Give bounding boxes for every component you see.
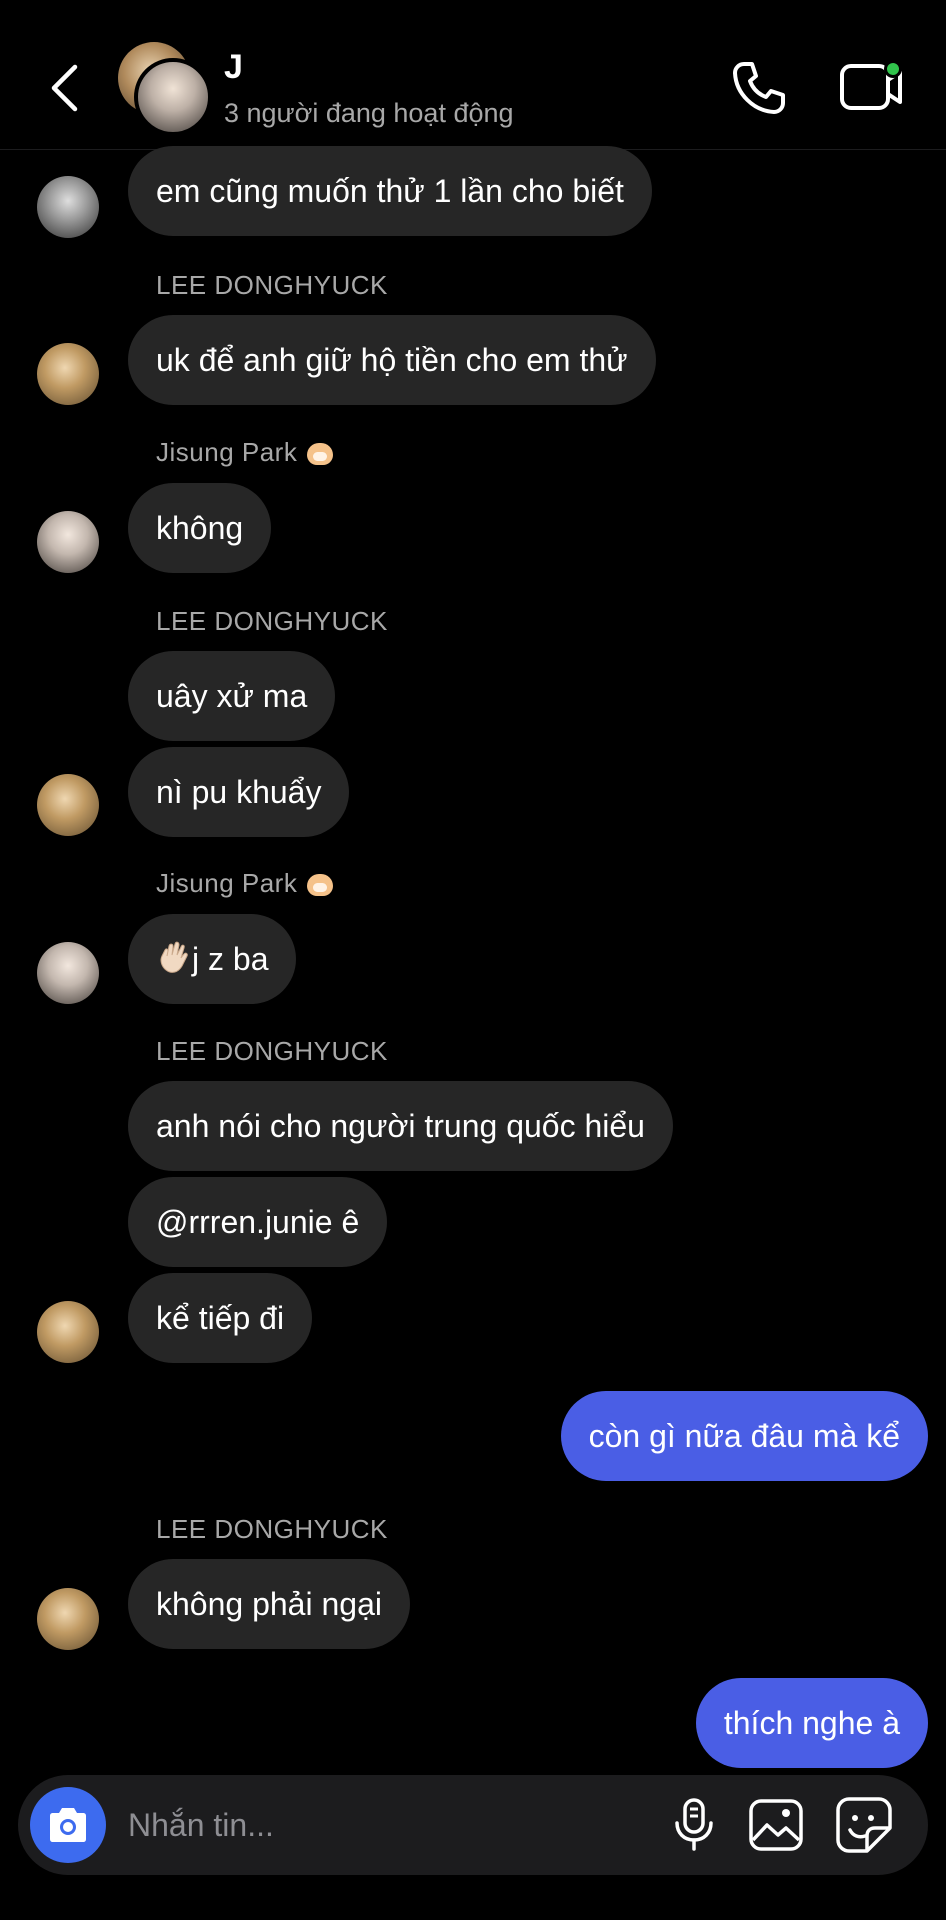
voice-message-button[interactable]	[664, 1795, 724, 1855]
message-input[interactable]	[128, 1800, 528, 1850]
gallery-button[interactable]	[744, 1795, 808, 1855]
camera-icon	[50, 1808, 86, 1842]
message-bubble[interactable]: nì pu khuẩy	[128, 747, 350, 837]
group-avatar[interactable]	[118, 42, 213, 137]
sender-avatar[interactable]	[37, 343, 99, 405]
sender-avatar[interactable]	[37, 176, 99, 238]
microphone-icon	[675, 1798, 713, 1851]
sticker-icon	[836, 1797, 892, 1853]
sender-name: LEE DONGHYUCK	[156, 270, 388, 300]
sender-name-text: Jisung Park	[156, 868, 298, 898]
chat-header: J 3 người đang hoạt động	[0, 0, 946, 150]
message-bubble[interactable]: uây xử ma	[128, 651, 336, 741]
message-bubble[interactable]: em cũng muốn thử 1 lần cho biết	[128, 146, 652, 236]
active-status: 3 người đang hoạt động	[224, 98, 514, 128]
hamster-emoji	[305, 439, 335, 465]
sender-name: Jisung Park	[156, 868, 335, 899]
back-button[interactable]	[40, 58, 88, 118]
sender-name: LEE DONGHYUCK	[156, 1514, 388, 1544]
sender-name: LEE DONGHYUCK	[156, 1036, 388, 1066]
camera-button[interactable]	[30, 1787, 106, 1863]
waving-hand-emoji	[160, 941, 188, 973]
chat-title[interactable]: J	[224, 48, 243, 87]
hamster-emoji	[305, 870, 335, 896]
sender-name-text: Jisung Park	[156, 437, 298, 467]
message-bubble[interactable]: không phải ngại	[128, 1559, 410, 1649]
message-bubble[interactable]: kể tiếp đi	[128, 1273, 313, 1363]
sender-avatar[interactable]	[37, 511, 99, 573]
sender-name: Jisung Park	[156, 437, 335, 468]
video-call-button[interactable]	[838, 56, 904, 116]
message-bubble[interactable]: không	[128, 483, 272, 573]
group-avatar-member-2	[134, 58, 212, 136]
outgoing-message-bubble[interactable]: thích nghe à	[695, 1678, 928, 1768]
back-chevron-icon	[51, 64, 78, 112]
sticker-button[interactable]	[832, 1793, 896, 1857]
message-bubble[interactable]: @rrren.junie ê	[128, 1177, 388, 1267]
sender-avatar[interactable]	[37, 1301, 99, 1363]
sender-avatar[interactable]	[37, 942, 99, 1004]
outgoing-message-bubble[interactable]: còn gì nữa đâu mà kể	[560, 1391, 928, 1481]
voice-call-button[interactable]	[728, 58, 788, 118]
message-composer	[18, 1775, 928, 1875]
gallery-icon	[749, 1799, 803, 1851]
message-bubble[interactable]: j z ba	[128, 914, 297, 1004]
phone-icon	[733, 62, 785, 114]
sender-name: LEE DONGHYUCK	[156, 606, 388, 636]
message-bubble[interactable]: uk để anh giữ hộ tiền cho em thử	[128, 315, 656, 405]
online-indicator	[884, 60, 902, 78]
sender-avatar[interactable]	[37, 774, 99, 836]
sender-avatar[interactable]	[37, 1588, 99, 1650]
message-bubble[interactable]: anh nói cho người trung quốc hiểu	[128, 1081, 673, 1171]
message-text: j z ba	[192, 941, 269, 977]
